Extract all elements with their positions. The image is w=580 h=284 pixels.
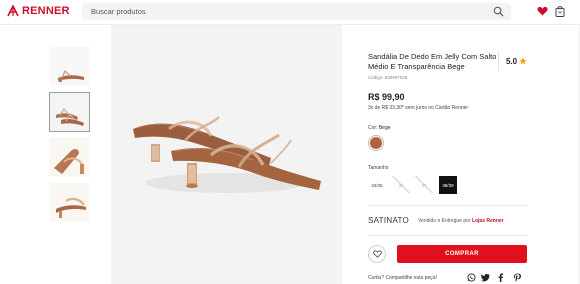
search-icon[interactable] — [493, 6, 504, 17]
heart-outline-icon — [372, 250, 382, 258]
twitter-icon[interactable] — [481, 273, 490, 282]
renner-logo[interactable]: RENNER — [7, 5, 70, 17]
size-option-38-39[interactable]: 38/39 — [439, 176, 457, 194]
product-price: R$ 99,90 — [368, 92, 405, 102]
color-value: Bege — [378, 125, 391, 131]
star-icon — [519, 57, 527, 65]
rating-divider — [498, 51, 499, 71]
search-bar[interactable] — [82, 3, 511, 20]
product-rating[interactable]: 5.0 — [506, 57, 517, 66]
thumbnail-3[interactable] — [49, 137, 90, 177]
product-title: Sandália De Dedo Em Jelly Com Salto Médi… — [368, 52, 497, 71]
seller-brand-logo[interactable]: SATINATO — [368, 216, 409, 225]
color-label-prefix: Cor: — [368, 125, 378, 131]
top-header: RENNER — [0, 0, 580, 24]
buy-button[interactable]: COMPRAR — [397, 245, 527, 263]
size-option-34-35[interactable]: 34/35 — [368, 176, 386, 194]
brand-name: RENNER — [22, 5, 70, 17]
sold-by-prefix: Vendido e Entregue por — [418, 218, 471, 224]
color-label: Cor: Bege — [368, 125, 391, 131]
size-label: Tamanho — [368, 165, 389, 171]
product-code: Código: 930697026 — [368, 75, 408, 80]
search-input[interactable] — [91, 3, 481, 20]
facebook-icon[interactable] — [496, 273, 505, 282]
sold-by-text: Vendido e Entregue por Lojas Renner — [418, 218, 504, 224]
whatsapp-icon[interactable] — [467, 273, 476, 282]
divider — [368, 205, 528, 206]
divider — [368, 235, 528, 236]
thumbnail-1[interactable] — [49, 46, 90, 86]
share-text: Curtiu? Compartilhe esta peça! — [368, 275, 437, 281]
main-product-image[interactable] — [111, 25, 342, 284]
thumbnail-4[interactable] — [49, 182, 90, 222]
favorite-button[interactable] — [368, 245, 386, 263]
size-option-37[interactable]: 37 — [415, 176, 433, 194]
sold-by-link[interactable]: Lojas Renner — [472, 218, 504, 224]
thumbnail-2[interactable] — [49, 92, 90, 132]
size-option-36[interactable]: 36 — [392, 176, 410, 194]
renner-logo-icon — [7, 5, 19, 17]
heart-icon[interactable] — [537, 6, 548, 16]
color-swatch-bege[interactable] — [368, 135, 384, 151]
product-photo — [111, 25, 342, 284]
installments-text: 3x de R$ 33,30* sem juros no Cartão Renn… — [368, 105, 469, 111]
bag-icon[interactable] — [555, 5, 565, 17]
pinterest-icon[interactable] — [513, 273, 522, 282]
swatch-fill — [370, 137, 382, 149]
